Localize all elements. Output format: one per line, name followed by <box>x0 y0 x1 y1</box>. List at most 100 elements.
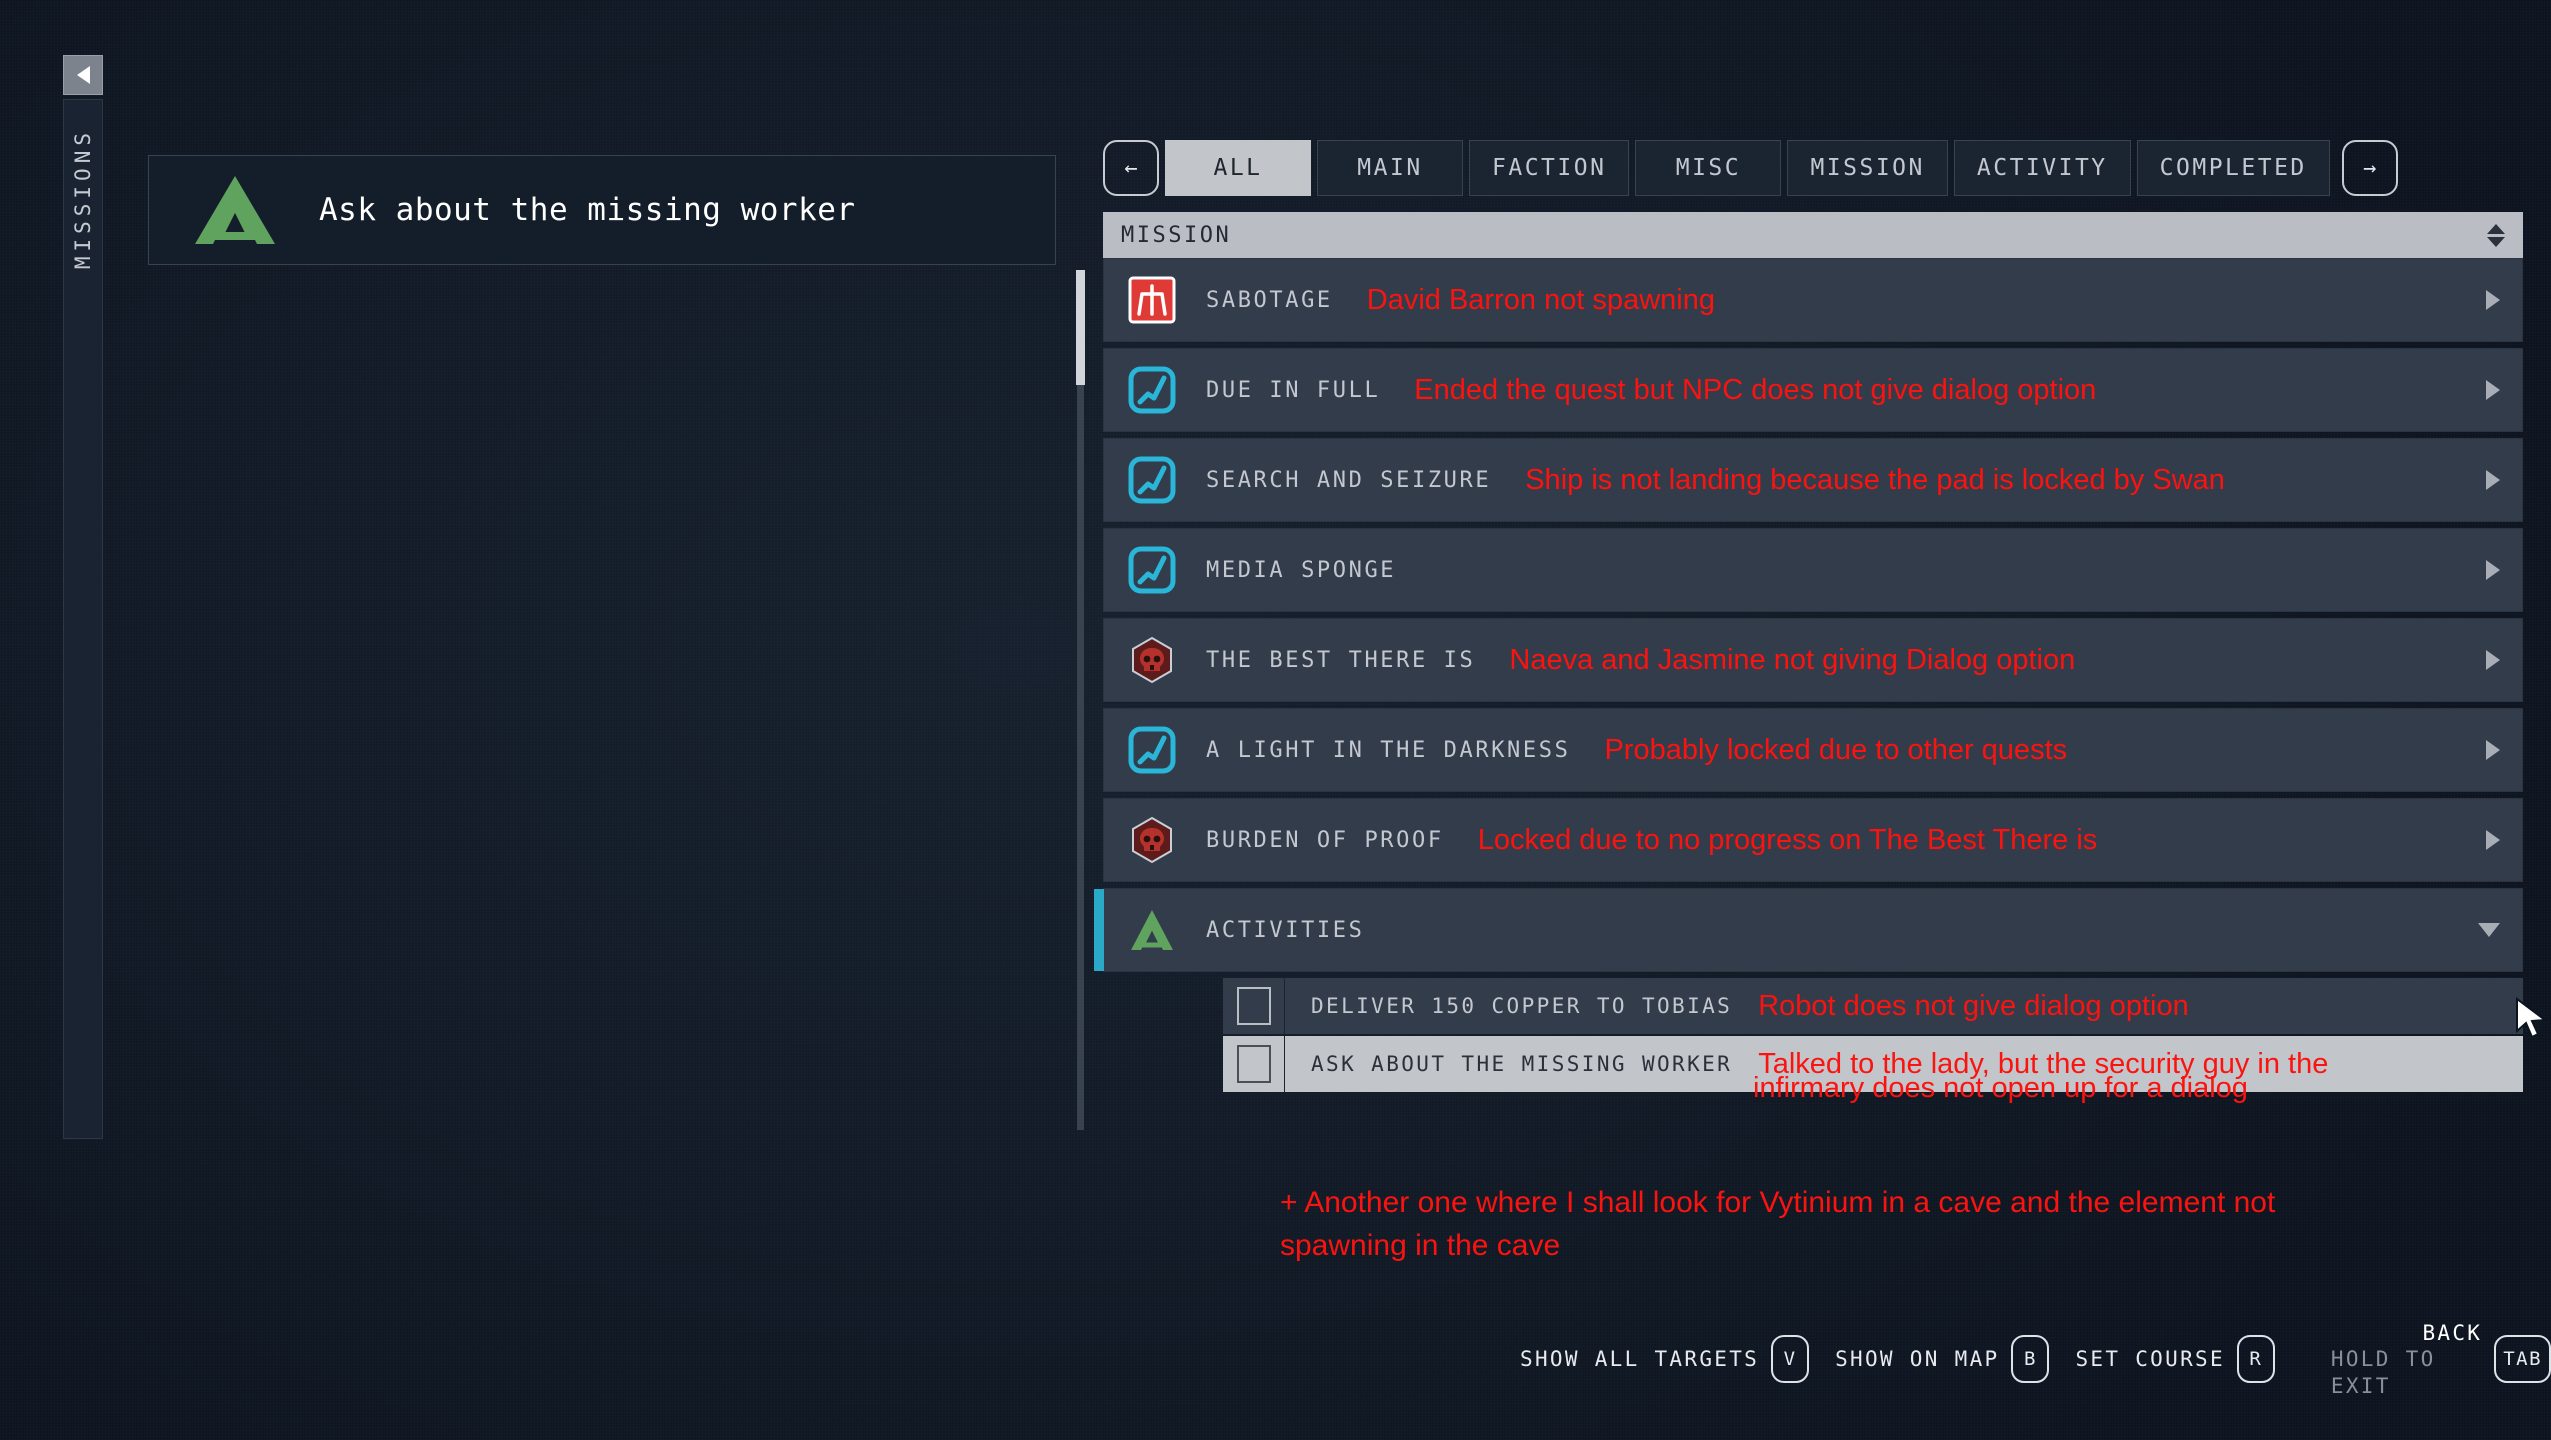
tab-prev-button[interactable]: ← <box>1103 140 1159 196</box>
row-accent-bar <box>1094 799 1104 881</box>
tab-misc[interactable]: MISC <box>1635 140 1782 196</box>
mission-cyan-icon <box>1128 546 1176 594</box>
hint-show-all-targets[interactable]: SHOW ALL TARGETS V <box>1520 1335 1810 1384</box>
keycap-v[interactable]: V <box>1771 1335 1810 1384</box>
row-icon-holder <box>1128 546 1176 594</box>
rail-label-text: MISSIONS <box>71 128 95 270</box>
mission-row[interactable]: BURDEN OF PROOF Locked due to no progress… <box>1103 798 2523 882</box>
row-icon-holder <box>1128 636 1176 684</box>
activity-checkbox-cell[interactable] <box>1223 978 1285 1034</box>
chevron-left-icon <box>76 66 90 84</box>
mission-row[interactable]: THE BEST THERE IS Naeva and Jasmine not g… <box>1103 618 2523 702</box>
hint-label: SET COURSE <box>2075 1347 2225 1372</box>
keycap-tab[interactable]: TAB <box>2494 1335 2551 1384</box>
sort-updown-icon[interactable] <box>2487 223 2505 247</box>
mission-row-annotation: Naeva and Jasmine not giving Dialog opti… <box>1509 643 2076 676</box>
skull-red-icon <box>1132 816 1172 864</box>
hint-label: SHOW ALL TARGETS <box>1520 1347 1760 1372</box>
chevron-right-icon[interactable] <box>2486 740 2500 760</box>
row-accent-bar <box>1094 259 1104 341</box>
row-icon-holder <box>1128 276 1176 324</box>
mission-row-annotation: Ship is not landing because the pad is l… <box>1525 463 2225 496</box>
mission-row-label: MEDIA SPONGE <box>1206 557 1397 583</box>
activity-row-label: DELIVER 150 COPPER TO TOBIAS <box>1311 994 1733 1018</box>
scrollbar-thumb[interactable] <box>1076 270 1085 385</box>
chevron-right-icon[interactable] <box>2486 830 2500 850</box>
mission-row-label: A LIGHT IN THE DARKNESS <box>1206 737 1571 763</box>
mission-row[interactable]: SABOTAGE David Barron not spawning <box>1103 258 2523 342</box>
mission-row-label: THE BEST THERE IS <box>1206 647 1476 673</box>
missions-rail-label: MISSIONS <box>63 99 103 1139</box>
mission-row-annotation: David Barron not spawning <box>1366 283 1715 316</box>
annotation-trailing-line: infirmary does not open up for a dialog <box>1753 1072 2248 1104</box>
chevron-right-icon[interactable] <box>2486 650 2500 670</box>
chevron-down-icon[interactable] <box>2478 923 2500 937</box>
mission-row[interactable]: DUE IN FULL Ended the quest but NPC does … <box>1103 348 2523 432</box>
tab-mission[interactable]: MISSION <box>1787 140 1948 196</box>
arrow-left-icon: ← <box>1124 155 1138 181</box>
sabotage-red-icon <box>1128 276 1176 324</box>
chevron-right-icon[interactable] <box>2486 470 2500 490</box>
back-hint-label: BACK <box>2422 1321 2483 1345</box>
control-hint-bar: SHOW ALL TARGETS V SHOW ON MAP B SET COURSE R… <box>1520 1320 2551 1399</box>
mission-cyan-icon <box>1128 726 1176 774</box>
mission-cyan-icon <box>1128 366 1176 414</box>
unchecked-checkbox[interactable] <box>1236 1045 1271 1083</box>
unchecked-checkbox[interactable] <box>1236 987 1271 1025</box>
mission-list-scrollbar[interactable] <box>1076 270 1085 1130</box>
activity-row-label: ASK ABOUT THE MISSING WORKER <box>1311 1052 1733 1076</box>
hint-label: SHOW ON MAP <box>1835 1347 2000 1372</box>
tab-faction[interactable]: FACTION <box>1469 140 1630 196</box>
chevron-right-icon[interactable] <box>2486 560 2500 580</box>
row-icon-holder <box>1128 726 1176 774</box>
mission-row[interactable]: ACTIVITIES <box>1094 888 2523 972</box>
row-accent-bar <box>1094 889 1104 971</box>
tab-main[interactable]: MAIN <box>1317 140 1463 196</box>
mission-list: SABOTAGE David Barron not spawning DUE IN … <box>1076 258 2523 1130</box>
mission-row-label: SEARCH AND SEIZURE <box>1206 467 1492 493</box>
chevron-right-icon[interactable] <box>2486 290 2500 310</box>
row-icon-holder <box>1128 906 1176 954</box>
collapse-panel-button[interactable] <box>63 55 103 95</box>
mission-row[interactable]: MEDIA SPONGE <box>1103 528 2523 612</box>
mission-row-label: ACTIVITIES <box>1206 917 1365 943</box>
mission-row-annotation: Probably locked due to other quests <box>1604 733 2068 766</box>
faction-triangle-logo <box>1131 910 1173 950</box>
hint-show-on-map[interactable]: SHOW ON MAP B <box>1835 1335 2050 1384</box>
skull-red-icon <box>1132 636 1172 684</box>
mission-row[interactable]: SEARCH AND SEIZURE Ship is not landing be… <box>1103 438 2523 522</box>
hint-set-course[interactable]: SET COURSE R <box>2075 1335 2275 1384</box>
tab-activity[interactable]: ACTIVITY <box>1953 140 2131 196</box>
mission-log-screen: MISSIONS Ask about the missing worker ← … <box>0 0 2551 1440</box>
activity-row-annotation: Robot does not give dialog option <box>1758 989 2189 1022</box>
back-hint[interactable]: BACK HOLD TO EXIT TAB <box>2331 1320 2551 1399</box>
row-accent-bar <box>1094 349 1104 431</box>
mission-cyan-icon <box>1128 456 1176 504</box>
activity-checkbox-cell[interactable] <box>1223 1036 1285 1092</box>
mission-list-panel: ← ALL MAIN FACTION MISC MISSION ACTIVITY COMPL… <box>1076 140 2523 1130</box>
tab-all[interactable]: ALL <box>1165 140 1311 196</box>
row-icon-holder <box>1128 366 1176 414</box>
mission-row-annotation: Ended the quest but NPC does not give di… <box>1414 373 2097 406</box>
mission-row-label: BURDEN OF PROOF <box>1206 827 1444 853</box>
filter-tabbar: ← ALL MAIN FACTION MISC MISSION ACTIVITY COMPL… <box>1103 140 2523 196</box>
row-accent-bar <box>1094 439 1104 521</box>
keycap-r[interactable]: R <box>2236 1335 2275 1384</box>
mouse-cursor <box>2516 997 2548 1039</box>
left-rail: MISSIONS <box>63 55 103 1140</box>
mission-row[interactable]: A LIGHT IN THE DARKNESS Probably locked d… <box>1103 708 2523 792</box>
activity-row[interactable]: DELIVER 150 COPPER TO TOBIAS Robot does n… <box>1223 978 2523 1034</box>
row-accent-bar <box>1094 709 1104 791</box>
tab-next-button[interactable]: → <box>2341 140 2398 196</box>
keycap-b[interactable]: B <box>2011 1335 2050 1384</box>
chevron-right-icon[interactable] <box>2486 380 2500 400</box>
column-header-title: MISSION <box>1121 222 1232 248</box>
selected-objective-card: Ask about the missing worker <box>148 155 1056 265</box>
row-icon-holder <box>1128 816 1176 864</box>
mission-row-label: SABOTAGE <box>1206 287 1333 313</box>
mission-column-header[interactable]: MISSION <box>1103 212 2523 258</box>
mission-row-label: DUE IN FULL <box>1206 377 1381 403</box>
selected-objective-title: Ask about the missing worker <box>319 192 856 228</box>
tab-completed[interactable]: COMPLETED <box>2136 140 2330 196</box>
mission-row-annotation: Locked due to no progress on The Best Th… <box>1477 823 2098 856</box>
